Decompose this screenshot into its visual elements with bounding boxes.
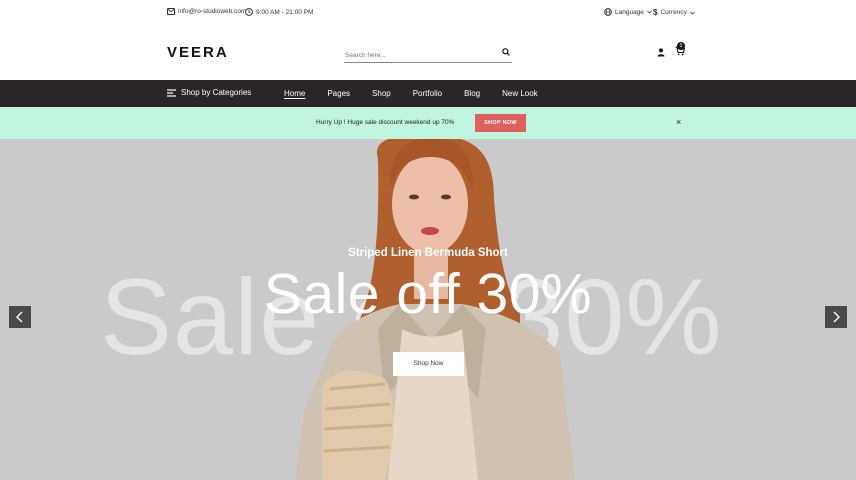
top-bar: info@ro-studioweb.com 9:00 AM - 21:00 PM… xyxy=(0,0,856,28)
site-header: VEERA 0 xyxy=(0,28,856,80)
language-selector[interactable]: Language xyxy=(604,8,652,16)
search-box xyxy=(344,44,512,65)
nav-link-home[interactable]: Home xyxy=(284,89,305,98)
hero-slider: Sale off 30% Striped Linen Bermuda Short… xyxy=(0,139,856,480)
nav-link-blog[interactable]: Blog xyxy=(464,89,480,98)
close-icon[interactable]: × xyxy=(676,117,681,127)
nav-link-shop[interactable]: Shop xyxy=(372,89,391,98)
nav-link-new-look[interactable]: New Look xyxy=(502,89,538,98)
chevron-right-icon xyxy=(833,311,840,323)
promo-shop-now-button[interactable]: SHOP NOW xyxy=(475,114,526,132)
contact-email-text: info@ro-studioweb.com xyxy=(178,8,247,15)
site-logo[interactable]: VEERA xyxy=(167,44,229,61)
currency-selector[interactable]: $ Currency xyxy=(653,8,695,17)
cart-count-badge: 0 xyxy=(677,42,685,50)
menu-icon xyxy=(167,88,176,97)
search-input[interactable] xyxy=(344,46,494,65)
hero-headline: Sale off 30% xyxy=(263,262,593,326)
language-label: Language xyxy=(615,8,644,16)
user-icon[interactable] xyxy=(657,48,665,57)
currency-label: Currency xyxy=(660,9,687,16)
slider-prev-button[interactable] xyxy=(9,306,31,328)
dollar-icon: $ xyxy=(653,8,658,17)
contact-email[interactable]: info@ro-studioweb.com xyxy=(167,8,246,15)
nav-links: Home Pages Shop Portfolio Blog New Look xyxy=(284,89,560,98)
globe-icon xyxy=(604,8,612,16)
search-icon[interactable] xyxy=(502,48,510,56)
shop-by-categories-button[interactable]: Shop by Categories xyxy=(167,88,251,97)
main-navigation: Shop by Categories Home Pages Shop Portf… xyxy=(0,80,856,107)
promo-banner: Hurry Up ! Huge sale discount weekend up… xyxy=(0,107,856,139)
chevron-down-icon xyxy=(690,11,695,15)
slider-next-button[interactable] xyxy=(825,306,847,328)
promo-text: Hurry Up ! Huge sale discount weekend up… xyxy=(316,119,455,126)
clock-icon xyxy=(245,8,253,16)
chevron-left-icon xyxy=(16,311,23,323)
mail-icon xyxy=(167,8,175,15)
opening-hours-text: 9:00 AM - 21:00 PM xyxy=(256,8,314,16)
opening-hours: 9:00 AM - 21:00 PM xyxy=(245,8,313,16)
shop-by-categories-label: Shop by Categories xyxy=(181,88,252,97)
hero-subtitle: Striped Linen Bermuda Short xyxy=(348,247,508,259)
nav-link-portfolio[interactable]: Portfolio xyxy=(413,89,442,98)
chevron-down-icon xyxy=(647,10,652,14)
nav-link-pages[interactable]: Pages xyxy=(327,89,350,98)
hero-shop-now-button[interactable]: Shop Now xyxy=(393,352,464,376)
